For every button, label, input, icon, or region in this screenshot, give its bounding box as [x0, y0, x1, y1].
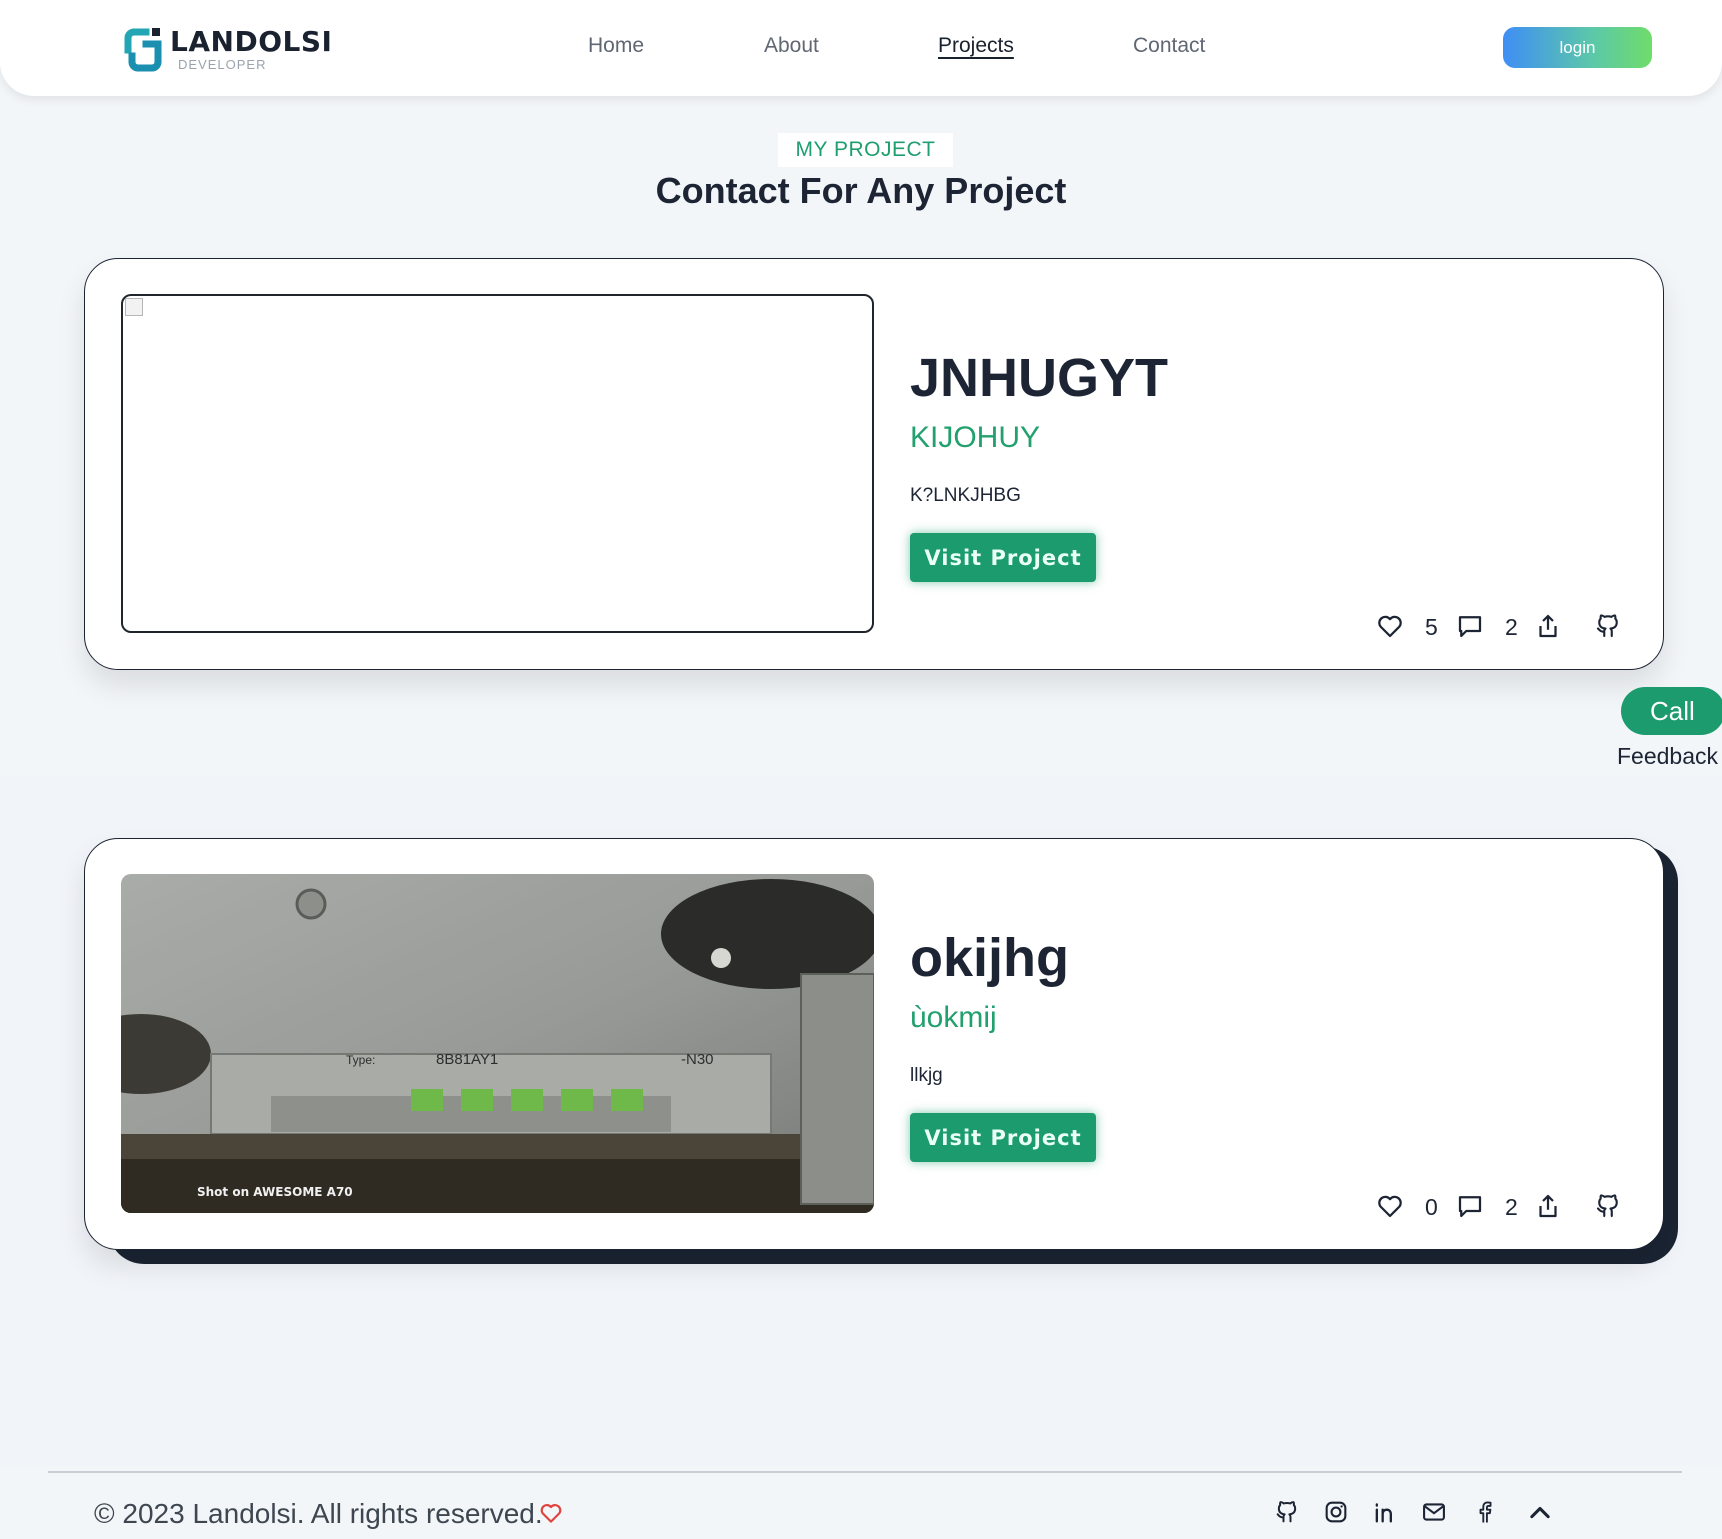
photo-label: 8B81AY1: [436, 1051, 498, 1068]
login-button[interactable]: login: [1503, 27, 1652, 68]
heart-icon[interactable]: [1375, 611, 1405, 641]
nav-about[interactable]: About: [764, 34, 819, 58]
github-icon[interactable]: [1593, 1191, 1623, 1221]
facebook-icon[interactable]: [1470, 1498, 1498, 1526]
brand-subtitle: DEVELOPER: [178, 57, 267, 72]
footer-divider: [48, 1471, 1682, 1473]
section-tag: MY PROJECT: [778, 133, 953, 167]
brand-text: LANDOLSI DEVELOPER: [170, 25, 333, 73]
logo-mark-icon: [124, 28, 162, 72]
project-title: okijhg: [910, 928, 1069, 988]
comments-count: 2: [1505, 1194, 1518, 1220]
comment-icon[interactable]: [1455, 611, 1485, 641]
project-image-broken: [121, 294, 874, 633]
project-title: JNHUGYT: [910, 348, 1169, 408]
likes-count: 5: [1425, 614, 1438, 640]
mail-icon[interactable]: [1420, 1498, 1448, 1526]
project-subtitle: KIJOHUY: [910, 421, 1041, 454]
photo-caption: Shot on AWESOME A70: [197, 1185, 353, 1199]
visit-project-button[interactable]: Visit Project: [910, 1113, 1096, 1162]
github-icon[interactable]: [1593, 611, 1623, 641]
project-subtitle: ùokmij: [910, 1001, 997, 1034]
instagram-icon[interactable]: [1322, 1498, 1350, 1526]
broken-image-icon: [125, 298, 143, 316]
visit-project-button[interactable]: Visit Project: [910, 533, 1096, 582]
photo-label: -N30: [681, 1051, 714, 1068]
linkedin-icon[interactable]: [1371, 1498, 1399, 1526]
site-header: LANDOLSI DEVELOPER Home About Projects C…: [0, 0, 1722, 96]
github-icon[interactable]: [1273, 1498, 1301, 1526]
heart-icon[interactable]: [1375, 1191, 1405, 1221]
chevron-up-icon[interactable]: [1526, 1498, 1554, 1526]
share-icon[interactable]: [1533, 1191, 1563, 1221]
project-description: K?LNKJHBG: [910, 485, 1021, 506]
footer-copyright: © 2023 Landolsi. All rights reserved.: [94, 1498, 543, 1529]
comments-count: 2: [1505, 614, 1518, 640]
share-icon[interactable]: [1533, 611, 1563, 641]
call-button[interactable]: Call: [1621, 687, 1722, 735]
likes-count: 0: [1425, 1194, 1438, 1220]
nav-contact[interactable]: Contact: [1133, 34, 1205, 58]
project-image-photo: Type: 8B81AY1 -N30 Shot on AWESOME A70: [121, 874, 874, 1213]
brand-title: LANDOLSI: [170, 25, 333, 58]
comment-icon[interactable]: [1455, 1191, 1485, 1221]
heart-icon: [540, 1504, 562, 1523]
project-description: llkjg: [910, 1065, 943, 1086]
project-photo: Type: 8B81AY1 -N30 Shot on AWESOME A70: [121, 874, 874, 1213]
project-card: JNHUGYT KIJOHUY K?LNKJHBG Visit Project …: [84, 258, 1664, 670]
nav-projects[interactable]: Projects: [938, 34, 1014, 58]
project-card: Type: 8B81AY1 -N30 Shot on AWESOME A70 o…: [84, 838, 1664, 1250]
feedback-link[interactable]: Feedback: [1617, 743, 1718, 770]
section-title: Contact For Any Project: [655, 170, 1067, 211]
nav-home[interactable]: Home: [588, 34, 644, 58]
photo-label: Type:: [346, 1053, 375, 1067]
brand-logo[interactable]: LANDOLSI DEVELOPER: [124, 26, 332, 74]
